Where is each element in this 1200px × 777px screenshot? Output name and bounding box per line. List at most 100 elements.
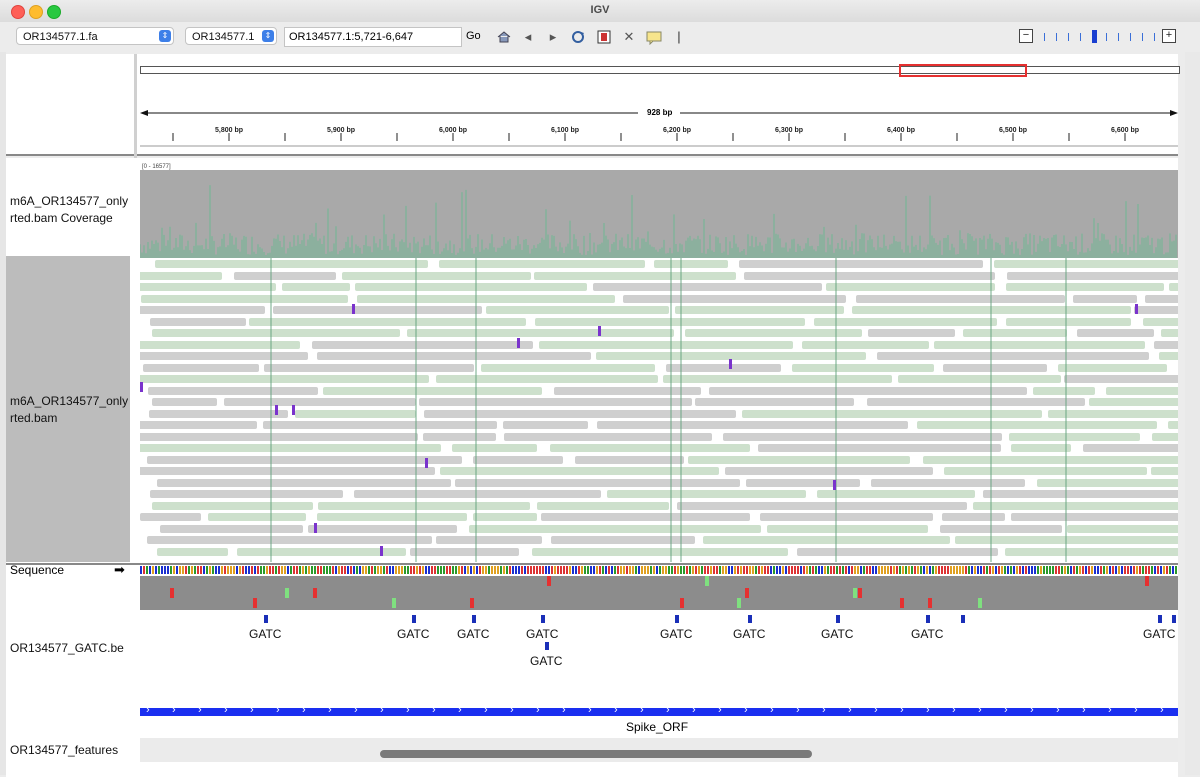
aligned-read[interactable] bbox=[1134, 306, 1178, 314]
aligned-read[interactable] bbox=[1151, 432, 1178, 441]
gatc-site-marker[interactable] bbox=[1172, 615, 1176, 623]
strand-arrow-icon[interactable]: ➡ bbox=[114, 562, 125, 578]
aligned-read[interactable] bbox=[148, 409, 288, 418]
forward-icon[interactable]: ▸ bbox=[545, 29, 561, 45]
aligned-read[interactable] bbox=[147, 536, 432, 544]
insertion-marker[interactable] bbox=[729, 359, 732, 369]
aligned-read[interactable] bbox=[1058, 363, 1168, 372]
aligned-read[interactable] bbox=[574, 455, 684, 464]
gatc-track-name[interactable]: OR134577_GATC.be bbox=[10, 640, 124, 657]
aligned-read[interactable] bbox=[143, 363, 260, 372]
aligned-read[interactable] bbox=[1083, 444, 1178, 452]
aligned-read[interactable] bbox=[455, 478, 740, 487]
aligned-read[interactable] bbox=[155, 260, 428, 268]
aligned-read[interactable] bbox=[1077, 329, 1155, 337]
aligned-read[interactable] bbox=[855, 294, 1065, 303]
aligned-read[interactable] bbox=[1072, 294, 1138, 303]
insertion-marker[interactable] bbox=[517, 338, 520, 348]
aligned-read[interactable] bbox=[963, 329, 1068, 337]
insertion-marker[interactable] bbox=[425, 458, 428, 468]
aligned-read[interactable] bbox=[151, 329, 400, 337]
aligned-read[interactable] bbox=[917, 421, 1157, 429]
aligned-read[interactable] bbox=[1010, 444, 1072, 452]
aligned-read[interactable] bbox=[451, 444, 537, 452]
aligned-read[interactable] bbox=[825, 283, 995, 291]
insertion-marker[interactable] bbox=[598, 326, 601, 336]
aligned-read[interactable] bbox=[295, 409, 417, 418]
aligned-read[interactable] bbox=[140, 467, 435, 475]
roi-icon[interactable] bbox=[596, 29, 612, 45]
aligned-read[interactable] bbox=[272, 306, 483, 314]
aligned-read[interactable] bbox=[796, 547, 998, 556]
gatc-site-marker[interactable] bbox=[748, 615, 752, 623]
aligned-read[interactable] bbox=[150, 317, 246, 326]
aligned-read[interactable] bbox=[281, 283, 350, 291]
aligned-read[interactable] bbox=[436, 375, 658, 383]
aligned-read[interactable] bbox=[353, 490, 601, 498]
aligned-read[interactable] bbox=[140, 375, 430, 383]
aligned-read[interactable] bbox=[534, 271, 737, 280]
aligned-read[interactable] bbox=[503, 421, 589, 429]
aligned-read[interactable] bbox=[140, 352, 309, 360]
gatc-site-marker[interactable] bbox=[412, 615, 416, 623]
insertion-marker[interactable] bbox=[292, 405, 295, 415]
aligned-read[interactable] bbox=[140, 283, 277, 291]
aligned-read[interactable] bbox=[318, 501, 531, 510]
aligned-read[interactable] bbox=[554, 386, 701, 395]
gatc-site-marker[interactable] bbox=[926, 615, 930, 623]
aligned-read[interactable] bbox=[249, 317, 527, 326]
insertion-marker[interactable] bbox=[352, 304, 355, 314]
popup-info-icon[interactable] bbox=[646, 29, 662, 46]
aligned-read[interactable] bbox=[973, 501, 1178, 510]
aligned-read[interactable] bbox=[1010, 513, 1178, 521]
aligned-read[interactable] bbox=[745, 478, 861, 487]
aligned-read[interactable] bbox=[982, 490, 1178, 498]
aligned-read[interactable] bbox=[993, 260, 1178, 268]
aligned-read[interactable] bbox=[438, 260, 645, 268]
aligned-read[interactable] bbox=[702, 536, 951, 544]
aligned-read[interactable] bbox=[410, 547, 519, 556]
aligned-read[interactable] bbox=[738, 260, 984, 268]
gatc-site-marker[interactable] bbox=[541, 615, 545, 623]
aligned-read[interactable] bbox=[140, 340, 301, 349]
aligned-read[interactable] bbox=[1089, 398, 1178, 406]
aligned-read[interactable] bbox=[140, 271, 223, 280]
aligned-read[interactable] bbox=[1032, 386, 1096, 395]
genome-dropdown[interactable]: OR134577.1.fa ⇕ bbox=[16, 27, 174, 45]
spike-orf-feature[interactable]: › › › › › › › › › › › › › › › › › › › › › › › › › › › › › › › › › › › › › › › › bbox=[140, 708, 1178, 716]
insertion-marker[interactable] bbox=[275, 405, 278, 415]
aligned-read[interactable] bbox=[876, 352, 1149, 360]
aligned-read[interactable] bbox=[224, 398, 416, 406]
aligned-read[interactable] bbox=[1167, 421, 1178, 429]
aligned-read[interactable] bbox=[1105, 386, 1178, 395]
aligned-read[interactable] bbox=[486, 306, 669, 314]
aligned-read[interactable] bbox=[207, 513, 307, 521]
aligned-read[interactable] bbox=[1158, 352, 1178, 360]
aligned-read[interactable] bbox=[439, 467, 719, 475]
insertion-marker[interactable] bbox=[833, 480, 836, 490]
aligned-read[interactable] bbox=[141, 294, 348, 303]
aligned-read[interactable] bbox=[140, 421, 257, 429]
aligned-read[interactable] bbox=[758, 444, 1002, 452]
aligned-read[interactable] bbox=[943, 363, 1048, 372]
aligned-read[interactable] bbox=[1067, 524, 1178, 533]
back-icon[interactable]: ◂ bbox=[520, 29, 536, 45]
gatc-site-marker[interactable] bbox=[836, 615, 840, 623]
features-track-name[interactable]: OR134577_features bbox=[10, 742, 118, 759]
aligned-read[interactable] bbox=[538, 340, 793, 349]
aligned-read[interactable] bbox=[1064, 375, 1178, 383]
aligned-read[interactable] bbox=[688, 455, 911, 464]
aligned-read[interactable] bbox=[870, 478, 1025, 487]
aligned-read[interactable] bbox=[1145, 294, 1178, 303]
aligned-read[interactable] bbox=[472, 513, 538, 521]
aligned-read[interactable] bbox=[156, 547, 229, 556]
aligned-read[interactable] bbox=[1004, 547, 1178, 556]
aligned-read[interactable] bbox=[898, 375, 1061, 383]
aligned-read[interactable] bbox=[816, 490, 976, 498]
alignment-track[interactable] bbox=[140, 258, 1178, 562]
aligned-read[interactable] bbox=[1153, 340, 1178, 349]
aligned-read[interactable] bbox=[152, 501, 314, 510]
aligned-read[interactable] bbox=[1151, 467, 1178, 475]
aligned-read[interactable] bbox=[263, 363, 474, 372]
aligned-read[interactable] bbox=[316, 513, 468, 521]
